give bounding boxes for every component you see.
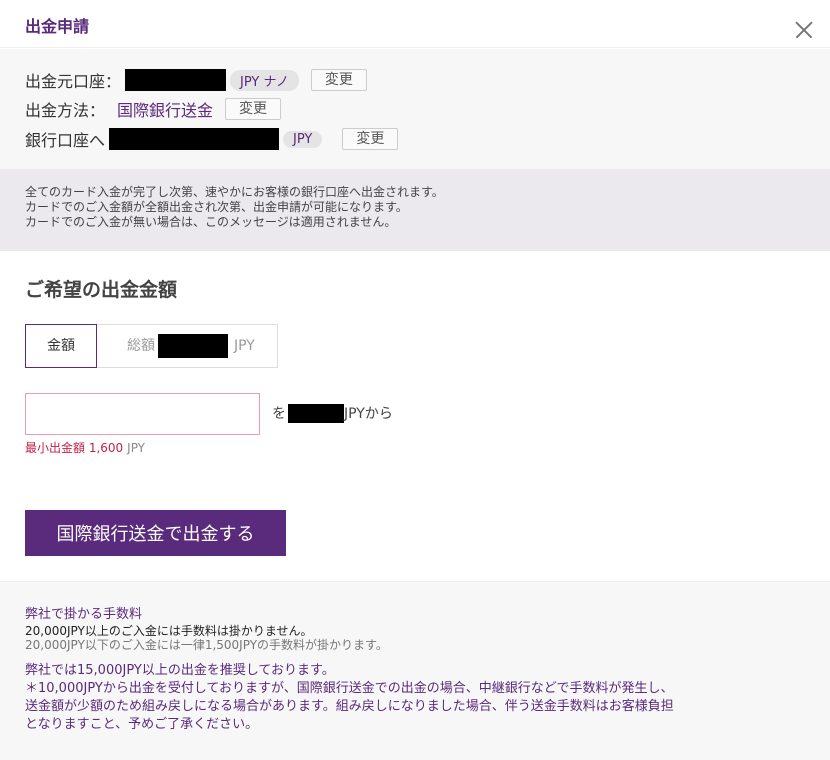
recommendation-line: となりますこと、予めご了承ください。 — [25, 717, 259, 732]
min-amount-label: 最小出金額 1,600 — [25, 441, 124, 455]
bank-currency-badge: JPY — [283, 130, 323, 148]
tab-total[interactable]: 総額 JPY — [97, 325, 255, 367]
method-value: 国際銀行送金 — [117, 101, 214, 120]
notice-box: 全てのカード入金が完了し次第、速やかにお客様の銀行口座へ出金されます。 カードで… — [0, 169, 830, 251]
redacted-bank-account — [109, 128, 280, 150]
recommendation-line: ＊10,000JPYから出金を受付しておりますが、国際銀行送金での出金の場合、中… — [25, 681, 674, 696]
submit-withdraw-button[interactable]: 国際銀行送金で出金する — [25, 510, 286, 556]
modal-title: 出金申請 — [25, 17, 90, 36]
recommendation-line: 送金額が少額のため組み戻しになる場合があります。組み戻しになりました場合、伴う送… — [25, 699, 674, 714]
method-row: 出金方法： 国際銀行送金 変更 — [25, 96, 282, 122]
min-amount-text: 最小出金額 1,600 JPY — [25, 439, 145, 456]
close-icon[interactable] — [792, 18, 816, 42]
notice-line: カードでのご入金額が全額出金され次第、出金申請が可能になります。 — [25, 200, 408, 214]
tab-total-label: 総額 — [127, 338, 155, 354]
tab-amount[interactable]: 金額 — [25, 324, 97, 368]
notice-line: カードでのご入金が無い場合は、このメッセージは適用されません。 — [25, 215, 397, 229]
fee-line: 20,000JPY以上のご入金には手数料は掛かりません。 — [25, 624, 313, 638]
notice-line: 全てのカード入金が完了し次第、速やかにお客様の銀行口座へ出金されます。 — [25, 185, 444, 199]
method-label: 出金方法： — [25, 101, 106, 120]
fees-title: 弊社で掛かる手数料 — [25, 607, 143, 622]
from-prefix: を — [272, 406, 286, 422]
change-method-button[interactable]: 変更 — [225, 98, 282, 120]
fees-panel: 弊社で掛かる手数料 20,000JPY以上のご入金には手数料は掛かりません。 2… — [0, 581, 830, 760]
source-currency-badge: JPY ナノ — [230, 69, 299, 91]
amount-input[interactable] — [25, 393, 260, 435]
redacted-account-number — [125, 69, 227, 91]
account-info-panel: 出金元口座： JPY ナノ 変更 出金方法： 国際銀行送金 変更 銀行口座へ J… — [0, 49, 830, 169]
fee-line: 20,000JPY以下のご入金には一律1,500JPYの手数料が掛かります。 — [25, 638, 388, 652]
redacted-balance — [288, 403, 344, 423]
min-amount-unit: JPY — [127, 441, 146, 455]
tab-total-currency: JPY — [234, 338, 255, 354]
section-title: ご希望の出金金額 — [25, 279, 178, 301]
bank-account-row: 銀行口座へ JPY 変更 — [25, 126, 399, 152]
modal-header: 出金申請 — [0, 0, 830, 48]
from-balance-text: を JPYから — [272, 403, 393, 423]
recommendation-line: 弊社では15,000JPY以上の出金を推奨しております。 — [25, 663, 335, 678]
redacted-total — [158, 334, 228, 358]
from-suffix: JPYから — [344, 406, 393, 422]
change-bank-button[interactable]: 変更 — [342, 128, 399, 150]
source-account-row: 出金元口座： JPY ナノ 変更 — [25, 67, 367, 93]
change-source-button[interactable]: 変更 — [310, 69, 367, 91]
amount-tabs: 金額 総額 JPY — [25, 324, 278, 368]
source-account-label: 出金元口座： — [25, 72, 122, 91]
recommendation-text: 弊社では15,000JPY以上の出金を推奨しております。 ＊10,000JPYか… — [25, 662, 805, 734]
bank-account-label: 銀行口座へ — [25, 131, 106, 150]
